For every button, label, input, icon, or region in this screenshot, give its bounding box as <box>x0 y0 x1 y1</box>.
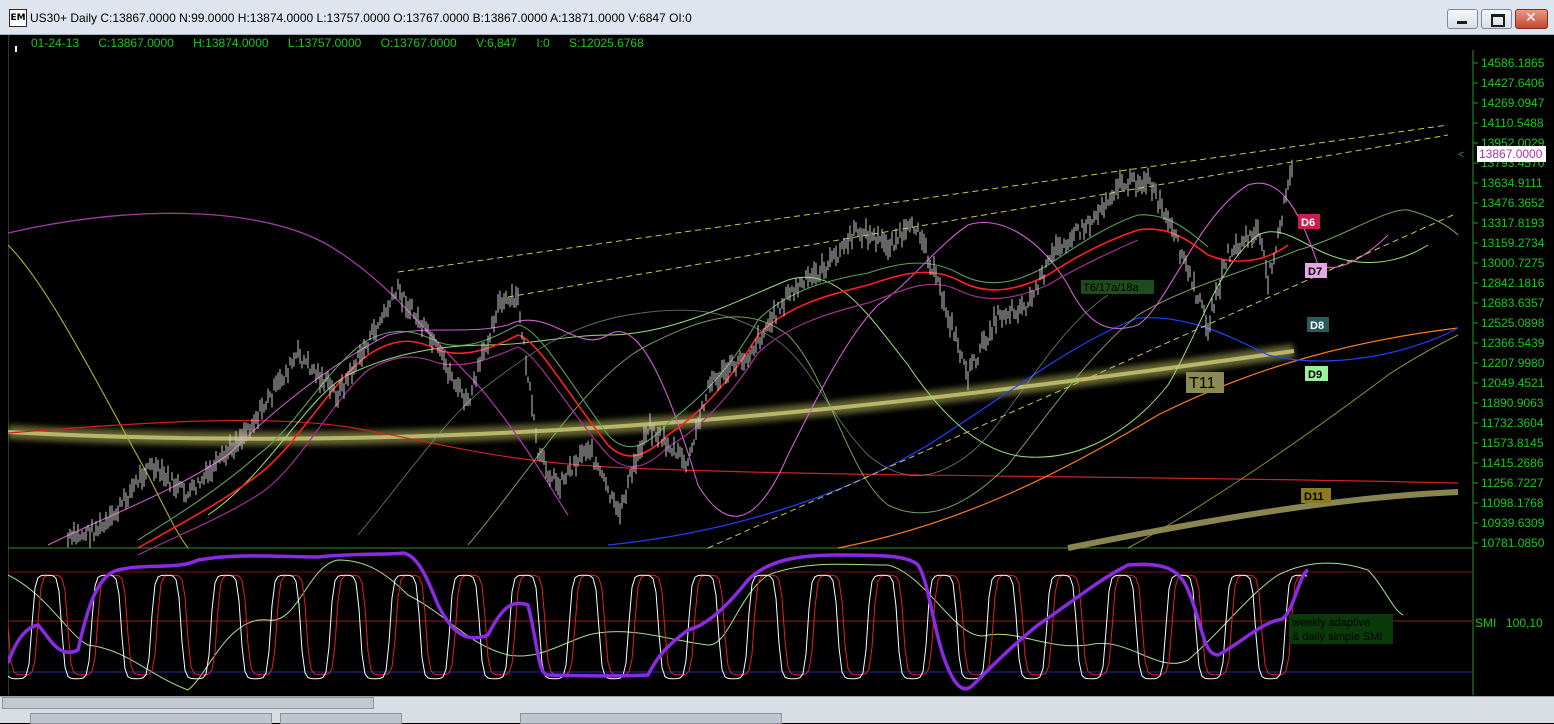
annotation-d8-text: D8 <box>1310 320 1324 332</box>
annotation-d11-text: D11 <box>1304 491 1324 503</box>
readout-high: H:13874.0000 <box>193 36 269 50</box>
price-chart[interactable]: 14586.1865 14427.6406 14269.0947 14110.5488… <box>6 35 1546 695</box>
app-icon: EM <box>9 9 27 27</box>
current-price-text: 13867.0000 <box>1479 147 1543 161</box>
price-axis-label: 13159.2734 <box>1481 236 1545 250</box>
readout-volume: V:6,847 <box>476 36 517 50</box>
price-axis-label: 11415.2686 <box>1481 456 1544 470</box>
price-axis-label: 14586.1865 <box>1481 56 1545 70</box>
price-axis-label: 12525.0898 <box>1481 316 1545 330</box>
price-axis-label: 13476.3652 <box>1481 196 1545 210</box>
price-axis-label: 14269.0947 <box>1481 96 1545 110</box>
price-axis-label: 12366.5439 <box>1481 336 1545 350</box>
smi-label-name: SMI <box>1475 616 1496 630</box>
price-axis-label: 11573.8145 <box>1481 436 1544 450</box>
price-axis-label: 10781.0850 <box>1481 536 1545 550</box>
price-axis-label: 14427.6406 <box>1481 76 1545 90</box>
window-title: US30+ Daily C:13867.0000 N:99.0000 H:138… <box>30 11 692 25</box>
price-axis-label: 11732.3604 <box>1481 416 1544 430</box>
horizontal-scrollbar[interactable] <box>2 697 374 709</box>
trend-line-upper <box>397 124 1449 273</box>
d11-band <box>1067 489 1459 551</box>
annotation-d8: D8 <box>1307 317 1329 332</box>
chart-window: EM US30+ Daily C:13867.0000 N:99.0000 H:… <box>0 0 1554 724</box>
data-readout: 01-24-13 C:13867.0000 H:13874.0000 L:137… <box>31 36 660 50</box>
readout-low: L:13757.0000 <box>287 36 362 50</box>
current-price-tag: < 13867.0000 <box>1458 146 1546 162</box>
price-axis-label: 14110.5488 <box>1481 116 1544 130</box>
readout-s: S:12025.6768 <box>569 36 644 50</box>
sheet-tab[interactable] <box>280 713 402 724</box>
smi-note-line1: weekly adaptive <box>1291 617 1370 629</box>
readout-date: 01-24-13 <box>31 36 80 50</box>
t11-band <box>7 349 1295 441</box>
minimize-icon <box>1457 21 1467 24</box>
sheet-tab[interactable] <box>520 713 782 724</box>
minimize-button[interactable] <box>1447 9 1478 29</box>
annotation-d7-text: D7 <box>1308 266 1322 278</box>
sheet-tabs-strip <box>30 713 1554 724</box>
smi-note: weekly adaptive & daily simple SMI <box>1289 614 1393 644</box>
title-bar[interactable]: EM US30+ Daily C:13867.0000 N:99.0000 H:… <box>0 0 1554 35</box>
long-magenta-arc <box>7 212 569 516</box>
price-axis-label: 13634.9111 <box>1481 176 1543 190</box>
chart-marker <box>15 46 17 52</box>
price-axis-label: 12842.1816 <box>1481 276 1545 290</box>
annotation-d6-text: D6 <box>1301 217 1315 229</box>
price-bars <box>67 159 1293 548</box>
readout-close: C:13867.0000 <box>98 36 174 50</box>
sheet-tab[interactable] <box>30 713 272 724</box>
annotation-d9: D9 <box>1305 366 1328 381</box>
chart-area[interactable]: 14586.1865 14427.6406 14269.0947 14110.5488… <box>6 35 1546 695</box>
maximize-button[interactable] <box>1481 9 1512 29</box>
readout-open: O:13767.0000 <box>380 36 457 50</box>
chart-lines <box>6 35 1474 695</box>
annotation-t6-text: T6/17a/18a <box>1083 282 1140 294</box>
annotation-d9-text: D9 <box>1308 369 1322 381</box>
price-axis-label: 13317.8193 <box>1481 216 1545 230</box>
price-axis-label: 11098.1768 <box>1481 496 1544 510</box>
current-price-arrow: < <box>1458 149 1464 161</box>
close-button[interactable]: ✕ <box>1515 9 1548 29</box>
ma-red <box>137 228 1289 549</box>
price-axis[interactable]: 14586.1865 14427.6406 14269.0947 14110.5488… <box>1473 56 1545 550</box>
annotation-d7: D7 <box>1305 263 1327 278</box>
price-axis-label: 12683.6357 <box>1481 296 1545 310</box>
price-axis-label: 11256.7227 <box>1481 476 1544 490</box>
smi-note-line2: & daily simple SMI <box>1292 631 1382 643</box>
smi-label-value: 100,10 <box>1506 616 1543 630</box>
annotation-d6: D6 <box>1298 214 1320 229</box>
orange-curve <box>837 327 1459 549</box>
restore-icon <box>1491 14 1505 27</box>
price-axis-label: 10939.6309 <box>1481 516 1545 530</box>
price-axis-label: 12207.9980 <box>1481 356 1545 370</box>
smi-label: SMI 100,10 <box>1475 616 1543 630</box>
light-green-curve-1 <box>207 231 1429 516</box>
annotation-t11: T11 <box>1186 372 1224 393</box>
annotation-t6: T6/17a/18a <box>1081 280 1154 294</box>
yellow-diagonal <box>7 244 189 549</box>
annotation-t11-text: T11 <box>1189 375 1215 392</box>
price-axis-label: 11890.9063 <box>1481 396 1544 410</box>
annotation-d11: D11 <box>1301 488 1331 503</box>
readout-oi: I:0 <box>536 36 550 50</box>
price-axis-label: 12049.4521 <box>1481 376 1545 390</box>
close-icon: ✕ <box>1525 10 1537 26</box>
price-axis-label: 13000.7275 <box>1481 256 1545 270</box>
